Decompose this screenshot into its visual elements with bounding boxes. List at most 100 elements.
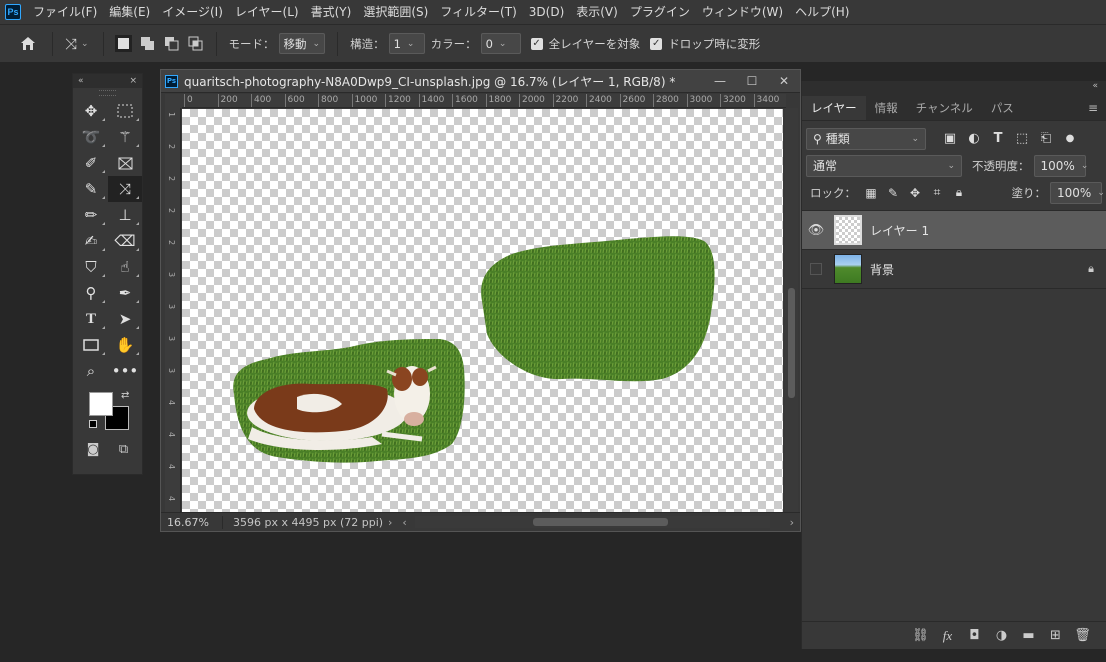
fill-field[interactable]: 100% ⌄ (1050, 181, 1105, 204)
menu-file[interactable]: ファイル(F) (27, 0, 103, 24)
smart-object-filter-icon[interactable]: ⎗ (1034, 131, 1058, 146)
frame-tool[interactable] (108, 150, 142, 176)
opacity-field[interactable]: 100% ⌄ (1033, 154, 1088, 177)
layer-name[interactable]: レイヤー 1 (870, 222, 1106, 239)
intersect-selection-icon[interactable] (187, 35, 205, 53)
layer-name[interactable]: 背景 (870, 261, 1076, 278)
menu-window[interactable]: ウィンドウ(W) (696, 0, 789, 24)
transform-on-drop-checkbox[interactable]: ✓ ドロップ時に変形 (650, 36, 760, 52)
type-tool[interactable]: T (74, 306, 108, 332)
chevron-down-icon[interactable]: ⌄ (81, 39, 89, 49)
magic-wand-tool[interactable]: ⚚ (108, 124, 142, 150)
shape-filter-icon[interactable]: ⬚ (1010, 131, 1034, 146)
link-layers-icon[interactable]: ⛓ (907, 628, 934, 643)
pen-tool[interactable]: ✒ (108, 280, 142, 306)
eyedropper-tool[interactable]: ✎ (74, 176, 108, 202)
scroll-left-icon[interactable]: ‹ (402, 516, 406, 529)
scroll-right-icon[interactable]: › (790, 516, 794, 529)
collapse-icon[interactable]: « (78, 76, 84, 86)
fx-icon[interactable]: fx (934, 628, 961, 644)
crop-tool[interactable]: ✐ (74, 150, 108, 176)
blend-mode-select[interactable]: 通常 ⌄ (806, 154, 962, 177)
lock-artboard-icon[interactable]: ⌗ (926, 185, 948, 200)
foreground-color[interactable] (89, 392, 113, 416)
all-layers-checkbox[interactable]: ✓ 全レイヤーを対象 (530, 36, 640, 52)
document-tab[interactable]: Ps quaritsch-photography-N8A0Dwp9_CI-uns… (161, 70, 800, 93)
adjustment-filter-icon[interactable]: ◐ (962, 131, 986, 146)
lock-image-pixels-icon[interactable]: ✎ (882, 186, 904, 200)
menu-filter[interactable]: フィルター(T) (434, 0, 522, 24)
marquee-tool[interactable] (108, 98, 142, 124)
structure-select[interactable]: 1 ⌄ (388, 33, 425, 54)
layer-filter-select[interactable]: ⚲ 種類 ⌄ (806, 127, 926, 150)
status-menu-arrow-icon[interactable]: › (388, 516, 392, 529)
horizontal-scrollbar[interactable] (414, 516, 770, 528)
mode-select[interactable]: 移動 ⌄ (278, 33, 326, 54)
menu-plugins[interactable]: プラグイン (624, 0, 696, 24)
vertical-ruler[interactable]: 1 2 2 2 2 3 3 3 3 4 4 4 4 (165, 108, 181, 512)
add-mask-icon[interactable]: ◘ (961, 628, 988, 643)
close-icon[interactable]: ✕ (768, 74, 800, 88)
subtract-from-selection-icon[interactable] (163, 35, 181, 53)
zoom-tool[interactable]: ⌕ (74, 358, 108, 384)
lock-position-icon[interactable]: ✥ (904, 186, 926, 200)
type-filter-icon[interactable]: T (986, 131, 1010, 146)
menu-help[interactable]: ヘルプ(H) (789, 0, 855, 24)
tab-layers[interactable]: レイヤー (802, 96, 866, 120)
dodge-tool[interactable]: ⚲ (74, 280, 108, 306)
horizontal-scroll-thumb[interactable] (532, 518, 668, 526)
drag-handle[interactable] (99, 90, 116, 96)
menu-edit[interactable]: 編集(E) (103, 0, 156, 24)
trash-icon[interactable]: 🗑︎ (1069, 628, 1096, 643)
home-icon[interactable] (18, 34, 38, 54)
adjustment-layer-icon[interactable]: ◑ (988, 628, 1015, 643)
pixel-filter-icon[interactable]: ▣ (938, 131, 962, 146)
visibility-toggle-off[interactable] (810, 263, 822, 275)
default-colors-icon[interactable] (89, 420, 97, 428)
screen-mode-icon[interactable]: ⧉ (119, 442, 128, 457)
quick-mask-icon[interactable]: ◙ (87, 442, 100, 457)
maximize-icon[interactable]: ☐ (736, 74, 768, 88)
eraser-tool[interactable]: ⌫ (108, 228, 142, 254)
panel-header[interactable]: « (802, 81, 1106, 95)
layer-row-layer1[interactable]: 👁︎ レイヤー 1 (802, 211, 1106, 250)
tab-paths[interactable]: パス (982, 96, 1023, 120)
menu-view[interactable]: 表示(V) (570, 0, 624, 24)
filter-toggle-icon[interactable]: ● (1058, 133, 1082, 144)
content-aware-move-tool[interactable]: ⤨ (108, 176, 142, 202)
minimize-icon[interactable]: — (704, 74, 736, 88)
path-selection-tool[interactable]: ➤ (108, 306, 142, 332)
smudge-tool[interactable]: ☝ (108, 254, 142, 280)
swap-colors-icon[interactable]: ⇄ (121, 390, 129, 401)
add-to-selection-icon[interactable] (139, 35, 157, 53)
collapse-icon[interactable]: « (1092, 81, 1098, 91)
new-layer-icon[interactable]: ⊞ (1042, 628, 1069, 643)
lasso-tool[interactable]: ➰ (74, 124, 108, 150)
brush-tool[interactable]: ✏ (74, 202, 108, 228)
layer-row-background[interactable]: 背景 🔒︎ (802, 250, 1106, 289)
content-aware-move-tool-icon[interactable]: ⤨ (61, 34, 81, 54)
move-tool[interactable]: ✥ (74, 98, 108, 124)
horizontal-ruler[interactable]: 0 200 400 600 800 1000 1200 1400 1600 1800 2000 220… (182, 94, 786, 108)
more-tools[interactable]: ••• (108, 358, 142, 384)
lock-transparent-pixels-icon[interactable]: ▦ (860, 186, 882, 200)
tools-panel-header[interactable]: «× (73, 74, 142, 88)
close-icon[interactable]: × (129, 76, 137, 86)
new-group-icon[interactable]: ▬ (1015, 628, 1042, 643)
menu-image[interactable]: イメージ(I) (156, 0, 229, 24)
color-select[interactable]: 0 ⌄ (480, 33, 521, 54)
lock-all-icon[interactable]: 🔒︎ (948, 185, 970, 200)
stamp-tool[interactable]: ⊥ (108, 202, 142, 228)
tab-info[interactable]: 情報 (866, 96, 907, 120)
hand-tool[interactable]: ✋ (108, 332, 142, 358)
zoom-level[interactable]: 16.67% (161, 515, 223, 529)
menu-select[interactable]: 選択範囲(S) (357, 0, 434, 24)
canvas[interactable] (182, 109, 783, 512)
paint-bucket-tool[interactable]: ⛉ (74, 254, 108, 280)
new-selection-icon[interactable] (115, 35, 133, 53)
vertical-scroll-thumb[interactable] (788, 288, 795, 398)
menu-type[interactable]: 書式(Y) (305, 0, 358, 24)
panel-menu-icon[interactable]: ≡ (1088, 101, 1098, 115)
menu-3d[interactable]: 3D(D) (523, 0, 570, 24)
rectangle-tool[interactable] (74, 332, 108, 358)
